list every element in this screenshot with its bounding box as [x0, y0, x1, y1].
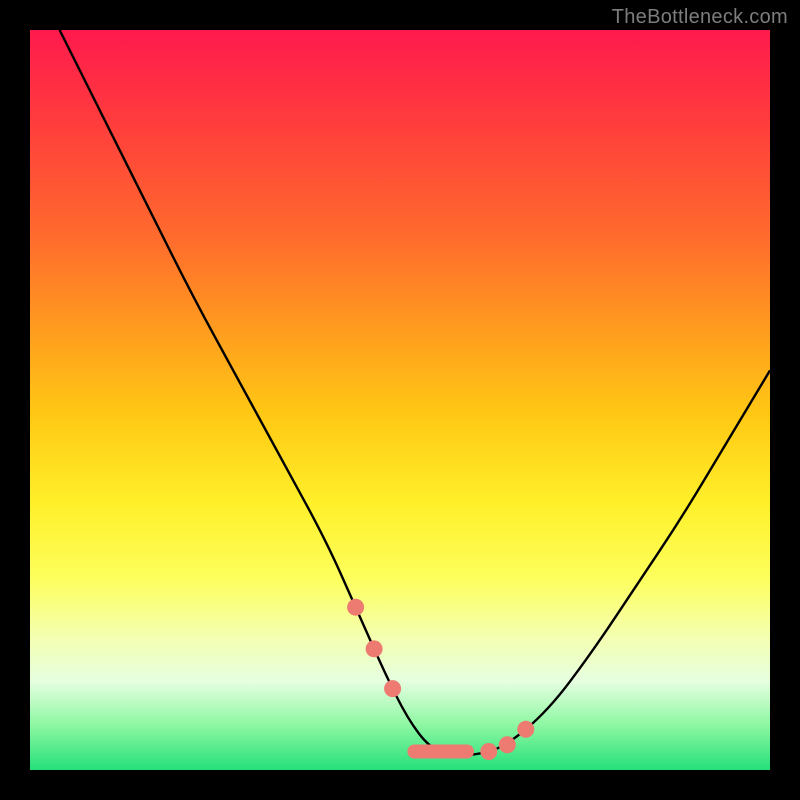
watermark-text: TheBottleneck.com — [612, 6, 788, 29]
flat-segment-marker — [407, 745, 474, 759]
marker-dot-right — [480, 743, 497, 760]
marker-layer — [347, 599, 534, 760]
marker-dot-left — [347, 599, 364, 616]
chart-frame: TheBottleneck.com — [0, 0, 800, 800]
marker-dot-left — [384, 680, 401, 697]
marker-dot-left — [366, 640, 383, 657]
marker-dot-right — [517, 721, 534, 738]
marker-dot-right — [499, 736, 516, 753]
bottleneck-curve-path — [60, 30, 770, 755]
chart-plot-area — [30, 30, 770, 770]
chart-svg — [30, 30, 770, 770]
